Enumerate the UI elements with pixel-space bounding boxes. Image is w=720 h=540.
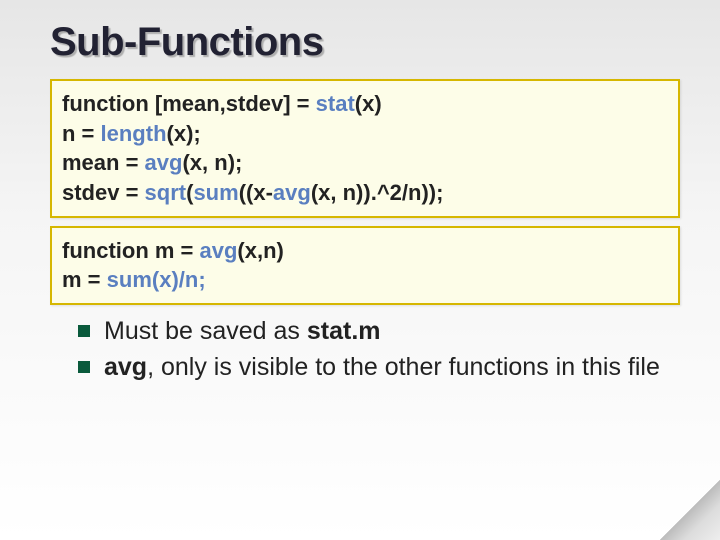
code-line: n = length(x); xyxy=(62,119,668,149)
code-fn: sum(x)/n; xyxy=(107,267,206,292)
bullet-bold: avg xyxy=(104,353,147,381)
slide-title: Sub-Functions xyxy=(50,20,680,65)
code-fn: avg xyxy=(145,150,183,175)
code-line: function m = avg(x,n) xyxy=(62,236,668,266)
code-text: m = xyxy=(62,267,107,292)
code-line: function [mean,stdev] = stat(x) xyxy=(62,89,668,119)
code-text: (x); xyxy=(167,121,201,146)
bullet-bold: stat.m xyxy=(307,317,381,345)
code-line: mean = avg(x, n); xyxy=(62,148,668,178)
code-text: ((x- xyxy=(239,180,273,205)
bullet-list: Must be saved as stat.m avg, only is vis… xyxy=(50,315,680,385)
bullet-text: , only is visible to the other functions… xyxy=(147,353,660,381)
code-text: (x, n); xyxy=(182,150,242,175)
code-fn: length xyxy=(101,121,167,146)
code-text: function m = xyxy=(62,238,200,263)
code-line: stdev = sqrt(sum((x-avg(x, n)).^2/n)); xyxy=(62,178,668,208)
code-fn: stat xyxy=(316,91,355,116)
code-fn: sqrt xyxy=(145,180,187,205)
code-block-avg: function m = avg(x,n) m = sum(x)/n; xyxy=(50,226,680,305)
code-text: (x) xyxy=(355,91,382,116)
page-curl-icon xyxy=(660,480,720,540)
code-text: stdev = xyxy=(62,180,145,205)
list-item: avg, only is visible to the other functi… xyxy=(78,351,674,385)
code-line: m = sum(x)/n; xyxy=(62,265,668,295)
code-text: mean = xyxy=(62,150,145,175)
code-block-stat: function [mean,stdev] = stat(x) n = leng… xyxy=(50,79,680,218)
code-text: function [mean,stdev] = xyxy=(62,91,316,116)
bullet-text: Must be saved as xyxy=(104,317,307,345)
code-text: n = xyxy=(62,121,101,146)
code-fn: avg xyxy=(273,180,311,205)
code-fn: sum xyxy=(193,180,238,205)
code-text: (x, n)).^2/n)); xyxy=(311,180,444,205)
code-text: (x,n) xyxy=(237,238,283,263)
code-fn: avg xyxy=(200,238,238,263)
list-item: Must be saved as stat.m xyxy=(78,315,674,349)
